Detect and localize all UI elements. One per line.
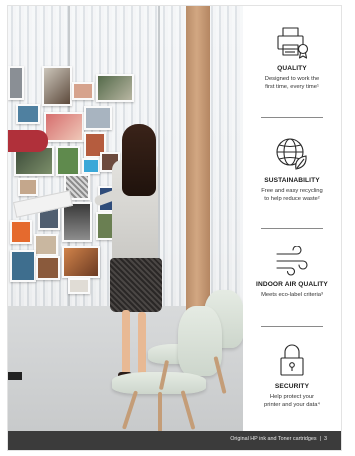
photo-print (96, 74, 134, 102)
feature-title: QUALITY (277, 65, 307, 72)
woman-leg (138, 312, 146, 378)
feature-description-line: Help protect your (269, 394, 315, 400)
chair-leg (158, 392, 162, 431)
footer-label: Original HP ink and Toner cartridges (230, 436, 317, 442)
footer-text: Original HP ink and Toner cartridges | 3 (230, 436, 327, 442)
globe-leaf-icon (276, 138, 307, 170)
features-sidebar: QUALITY Designed to work the first time,… (243, 6, 341, 431)
photo-print (44, 112, 84, 142)
page-frame: QUALITY Designed to work the first time,… (8, 6, 341, 450)
divider (261, 117, 323, 118)
photo-print (62, 202, 92, 242)
feature-description-line: to help reduce waste² (264, 196, 320, 202)
brochure-page: QUALITY Designed to work the first time,… (0, 0, 355, 456)
photo-print (18, 178, 38, 196)
woman-hair (122, 124, 156, 196)
feature-quality: QUALITY Designed to work the first time,… (243, 26, 341, 91)
woman-leg (122, 310, 130, 376)
colleague-arm (8, 130, 48, 152)
footer-bar: Original HP ink and Toner cartridges | 3 (8, 431, 341, 450)
photo-print (10, 220, 32, 244)
feature-security: SECURITY Help protect your printer and y… (243, 342, 341, 409)
feature-description-line: printer and your data⁴ (264, 402, 320, 408)
photo-print (84, 106, 112, 130)
feature-indoor-air-quality: INDOOR AIR QUALITY Meets eco-label crite… (243, 246, 341, 299)
photo-print (34, 234, 58, 256)
divider (261, 228, 323, 229)
page-number: 3 (324, 436, 327, 442)
colleague-shoe (8, 372, 22, 380)
photo-print (42, 66, 72, 106)
feature-description-line: Meets eco-label criteria³ (261, 292, 323, 298)
photo-print (68, 278, 90, 294)
feature-title: INDOOR AIR QUALITY (256, 281, 328, 288)
photo-print (36, 256, 60, 280)
footer-separator: | (319, 436, 321, 442)
photo-print (56, 146, 80, 176)
feature-description: Free and easy recycling to help reduce w… (243, 187, 341, 203)
photo-print (72, 82, 94, 100)
feature-description: Designed to work the first time, every t… (243, 75, 341, 91)
feature-sustainability: SUSTAINABILITY Free and easy recycling t… (243, 136, 341, 203)
woman-skirt (110, 258, 162, 312)
office-photo (8, 6, 243, 431)
feature-title: SECURITY (274, 383, 310, 390)
feature-description-line: Free and easy recycling (261, 188, 323, 194)
photo-print (82, 158, 100, 174)
photo-print (8, 66, 24, 100)
photo-print (62, 246, 100, 278)
feature-description-line: Designed to work the (264, 76, 320, 82)
feature-description: Meets eco-label criteria³ (243, 291, 341, 299)
chair-seat (112, 372, 206, 394)
padlock-icon (280, 344, 304, 376)
feature-description: Help protect your printer and your data⁴ (243, 393, 341, 409)
photo-print (16, 104, 40, 124)
photo-print (10, 250, 36, 282)
wooden-beam (186, 6, 210, 336)
divider (261, 326, 323, 327)
printer-quality-icon (277, 27, 309, 59)
feature-description-line: first time, every time¹ (265, 84, 319, 90)
feature-title: SUSTAINABILITY (264, 177, 320, 184)
air-waves-icon (276, 246, 308, 276)
